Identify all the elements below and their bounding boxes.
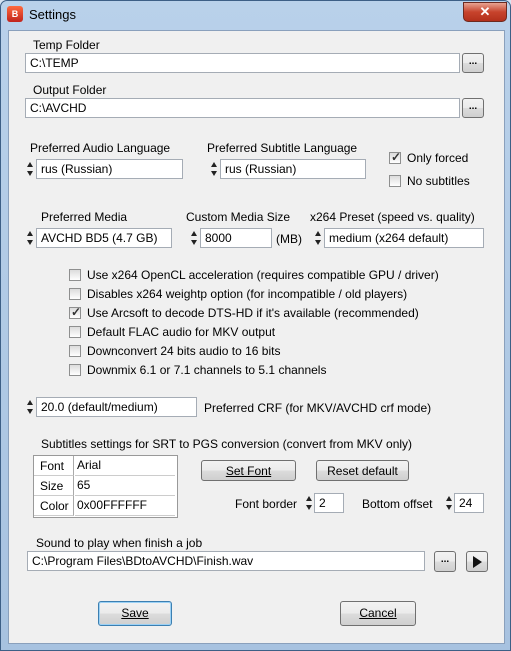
output-folder-field[interactable]: C:\AVCHD [25, 98, 460, 118]
set-font-label: Set Font [225, 464, 272, 478]
grid-row-key: Color [34, 496, 74, 516]
grid-row-key: Font [34, 456, 74, 476]
preferred-media-spinner[interactable] [26, 228, 34, 248]
grid-row[interactable]: Color 0x00FFFFFF [34, 496, 177, 516]
reset-default-button[interactable]: Reset default [316, 460, 409, 481]
save-button[interactable]: Save [98, 601, 172, 626]
weightp-checkbox[interactable] [69, 288, 81, 300]
custom-media-unit: (MB) [276, 232, 302, 246]
subtitle-language-label: Preferred Subtitle Language [207, 141, 358, 155]
output-folder-label: Output Folder [33, 83, 107, 97]
downconvert-checkbox[interactable] [69, 345, 81, 357]
no-subtitles-checkbox[interactable] [389, 175, 401, 187]
grid-row-value[interactable]: Arial [75, 456, 175, 476]
title-bar[interactable]: B Settings ✕ [1, 1, 510, 29]
crf-field[interactable]: 20.0 (default/medium) [36, 397, 197, 417]
cancel-button[interactable]: Cancel [340, 601, 416, 626]
crf-label: Preferred CRF (for MKV/AVCHD crf mode) [204, 401, 432, 415]
custom-media-size-field[interactable]: 8000 [200, 228, 272, 248]
arcsoft-checkbox[interactable] [69, 305, 81, 319]
preferred-media-field[interactable]: AVCHD BD5 (4.7 GB) [36, 228, 172, 248]
save-label: Save [121, 606, 149, 620]
bottom-offset-field[interactable]: 24 [454, 493, 484, 513]
font-border-label: Font border [235, 497, 298, 511]
set-font-button[interactable]: Set Font [201, 460, 296, 481]
sound-file-field[interactable]: C:\Program Files\BDtoAVCHD\Finish.wav [27, 551, 425, 571]
only-forced-label: Only forced [407, 151, 469, 165]
close-button[interactable]: ✕ [463, 2, 507, 22]
play-sound-button[interactable] [466, 551, 488, 572]
crf-spinner[interactable] [26, 397, 34, 417]
subtitle-language-field[interactable]: rus (Russian) [220, 159, 366, 179]
output-folder-browse-button[interactable]: ... [462, 98, 484, 118]
audio-language-label: Preferred Audio Language [30, 141, 171, 155]
x264-preset-label: x264 Preset (speed vs. quality) [310, 210, 475, 224]
audio-language-field[interactable]: rus (Russian) [36, 159, 183, 179]
sound-browse-button[interactable]: ... [434, 551, 456, 572]
font-border-field[interactable]: 2 [314, 493, 344, 513]
weightp-label: Disables x264 weightp option (for incomp… [87, 287, 408, 301]
font-border-spinner[interactable] [305, 493, 313, 513]
srt-properties-grid: Font Arial Size 65 Color 0x00FFFFFF [33, 455, 178, 518]
subtitle-language-spinner[interactable] [210, 159, 218, 179]
x264-preset-field[interactable]: medium (x264 default) [324, 228, 484, 248]
settings-window: B Settings ✕ Temp Folder C:\TEMP ... Out… [0, 0, 511, 651]
custom-media-size-spinner[interactable] [190, 228, 198, 248]
preferred-media-label: Preferred Media [41, 210, 128, 224]
grid-row[interactable]: Font Arial [34, 456, 177, 476]
downmix-label: Downmix 6.1 or 7.1 channels to 5.1 chann… [87, 363, 327, 377]
audio-language-spinner[interactable] [26, 159, 34, 179]
temp-folder-browse-button[interactable]: ... [462, 53, 484, 73]
grid-row-key: Size [34, 476, 74, 496]
x264-preset-spinner[interactable] [314, 228, 322, 248]
srt-section-label: Subtitles settings for SRT to PGS conver… [41, 437, 413, 451]
temp-folder-field[interactable]: C:\TEMP [25, 53, 460, 73]
cancel-label: Cancel [359, 606, 397, 620]
custom-media-size-label: Custom Media Size [186, 210, 291, 224]
app-icon: B [7, 6, 23, 22]
only-forced-checkbox[interactable] [389, 150, 401, 164]
downmix-checkbox[interactable] [69, 364, 81, 376]
flac-label: Default FLAC audio for MKV output [87, 325, 276, 339]
temp-folder-label: Temp Folder [33, 38, 100, 52]
opencl-label: Use x264 OpenCL acceleration (requires c… [87, 268, 439, 282]
downconvert-label: Downconvert 24 bits audio to 16 bits [87, 344, 281, 358]
grid-row-value[interactable]: 65 [75, 476, 175, 496]
no-subtitles-label: No subtitles [407, 174, 470, 188]
settings-panel: Temp Folder C:\TEMP ... Output Folder C:… [8, 30, 505, 644]
bottom-offset-spinner[interactable] [445, 493, 453, 513]
opencl-checkbox[interactable] [69, 269, 81, 281]
grid-row[interactable]: Size 65 [34, 476, 177, 496]
sound-label: Sound to play when finish a job [36, 536, 203, 550]
window-title: Settings [29, 7, 76, 22]
grid-row-value[interactable]: 0x00FFFFFF [75, 496, 175, 516]
flac-checkbox[interactable] [69, 326, 81, 338]
bottom-offset-label: Bottom offset [362, 497, 433, 511]
arcsoft-label: Use Arcsoft to decode DTS-HD if it's ava… [87, 306, 419, 320]
